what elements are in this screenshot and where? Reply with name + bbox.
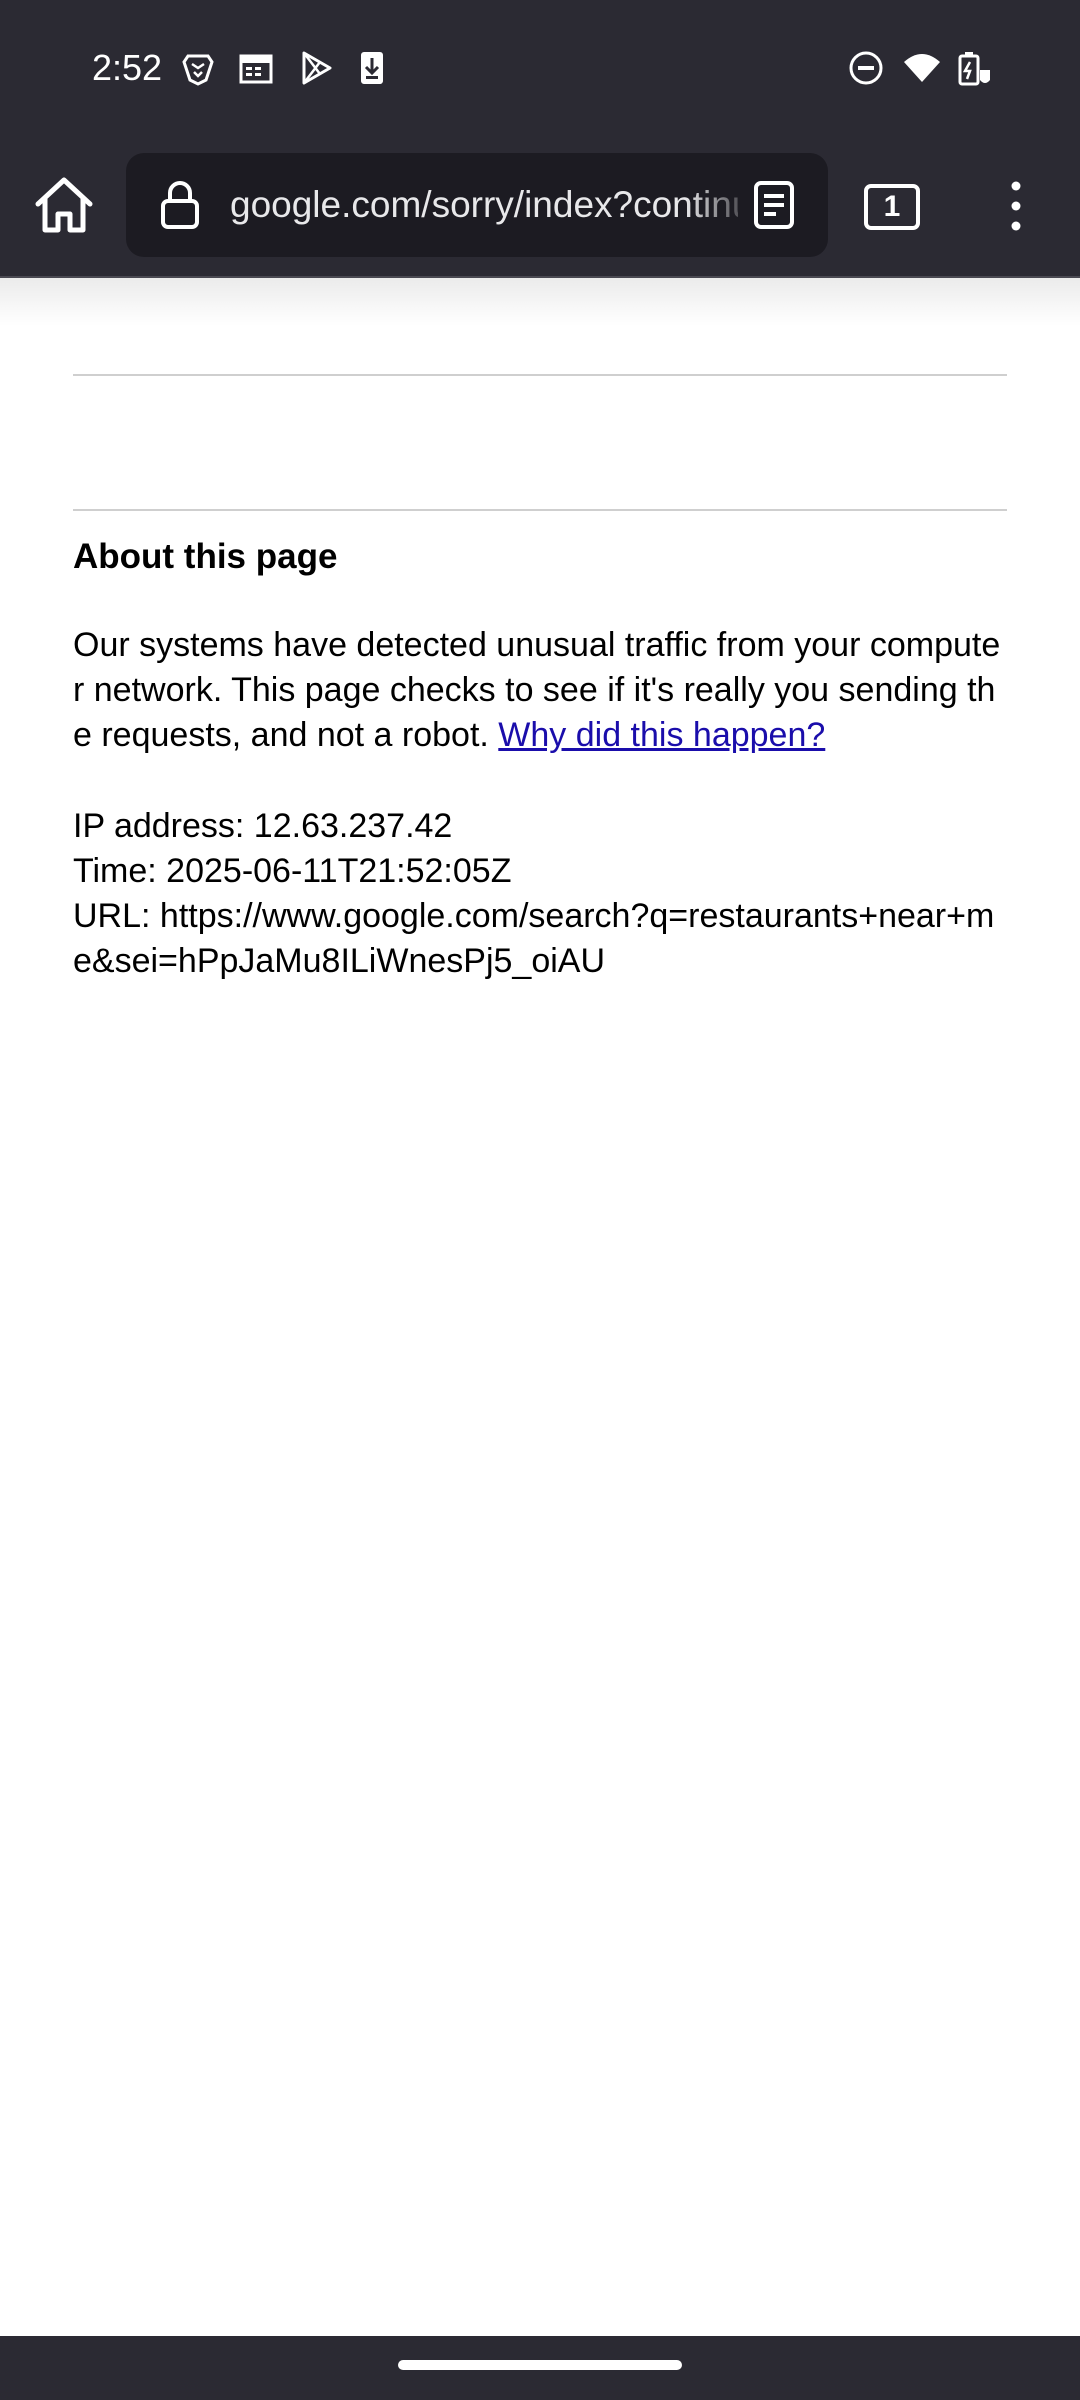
battery-charging-icon [954,48,994,88]
url-bar[interactable]: google.com/sorry/index?continue [126,153,828,257]
page-heading: About this page [73,537,338,576]
home-indicator[interactable] [398,2360,682,2370]
home-button[interactable] [28,170,100,242]
wifi-icon [902,48,942,88]
reader-view-button[interactable] [738,173,810,237]
lock-icon[interactable] [152,177,208,233]
status-bar: 2:52 [0,0,1080,140]
do-not-disturb-icon [846,48,886,88]
url-line: URL: https://www.google.com/search?q=res… [73,897,995,980]
time-line: Time: 2025-06-11T21:52:05Z [73,852,512,890]
navigation-bar [0,2336,1080,2400]
browser-toolbar: google.com/sorry/index?continue 1 [0,140,1080,278]
divider [73,509,1007,511]
toolbar-shadow [0,278,1080,326]
why-did-this-happen-link[interactable]: Why did this happen? [498,716,825,754]
divider [73,374,1007,376]
status-time: 2:52 [92,47,163,88]
more-vert-icon [1011,181,1021,231]
brave-icon [178,48,218,88]
home-icon [35,177,93,233]
tabs-button[interactable]: 1 [858,178,924,234]
download-icon [352,48,392,88]
reader-view-icon [754,181,794,229]
explanation-text: Our systems have detected unusual traffi… [73,623,1007,758]
menu-button[interactable] [986,170,1046,242]
calendar-icon [236,48,276,88]
play-store-icon [296,48,336,88]
ip-address-line: IP address: 12.63.237.42 [73,807,453,845]
tab-count: 1 [883,190,901,223]
